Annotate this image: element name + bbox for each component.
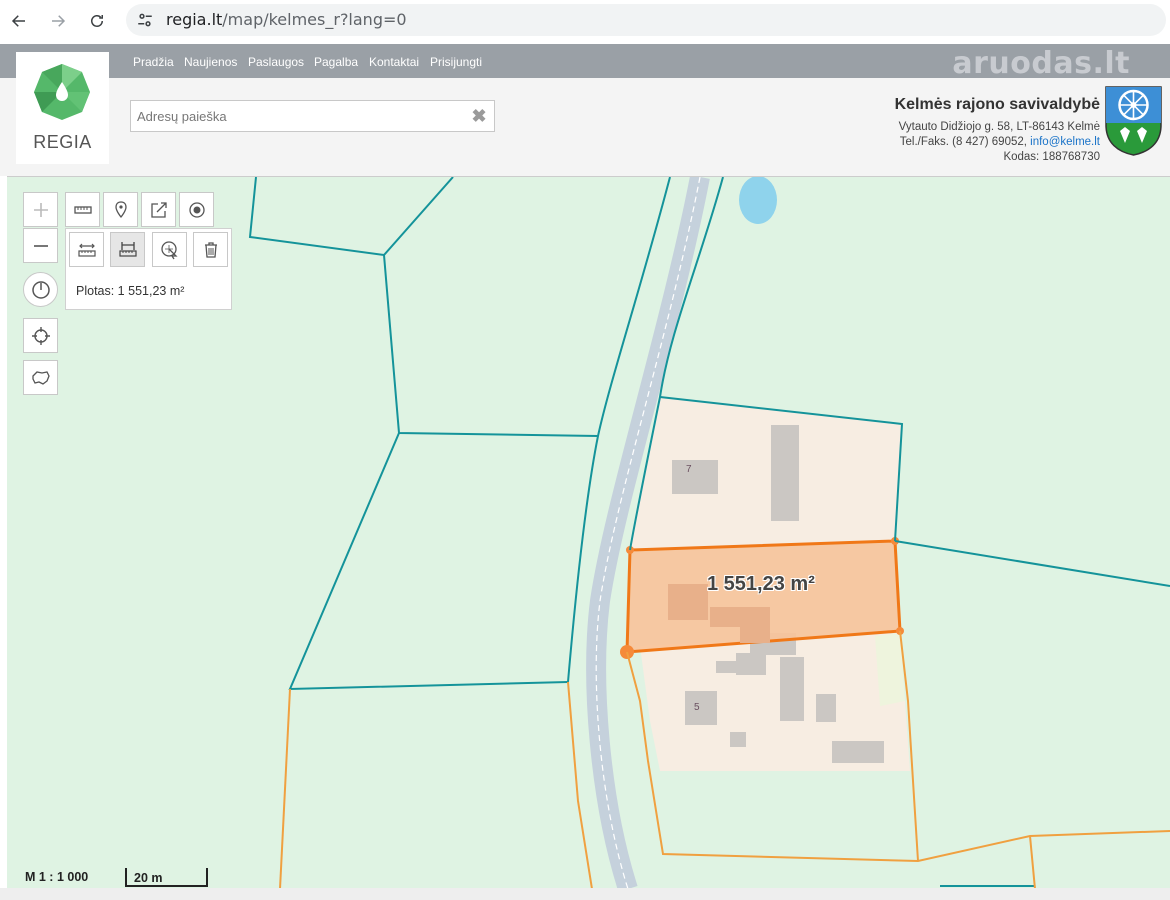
search-input[interactable] xyxy=(131,101,461,131)
address-search: ✖ xyxy=(130,100,495,132)
top-navigation: Pradžia Naujienos Paslaugos Pagalba Kont… xyxy=(0,44,1170,81)
reload-icon[interactable] xyxy=(84,8,110,34)
history-button[interactable] xyxy=(23,272,58,307)
map-scale-ratio: M 1 : 1 000 xyxy=(25,870,89,884)
municipality-address: Vytauto Didžiojo g. 58, LT-86143 Kelmė xyxy=(898,121,1100,133)
select-object-button[interactable] xyxy=(152,232,187,267)
address-bar[interactable]: regia.lt/map/kelmes_r?lang=0 xyxy=(126,4,1166,36)
radio-target-icon xyxy=(188,201,205,218)
watermark: aruodas.lt xyxy=(952,46,1130,81)
site-settings-icon[interactable] xyxy=(136,11,154,29)
coat-of-arms-icon xyxy=(1105,86,1162,156)
forward-arrow-icon[interactable] xyxy=(45,8,71,34)
map-bottom-border xyxy=(0,888,1170,900)
share-button[interactable] xyxy=(141,192,176,227)
clock-icon xyxy=(31,280,50,299)
municipality-name: Kelmės rajono savivaldybė xyxy=(894,96,1100,113)
locate-button[interactable] xyxy=(23,318,58,353)
nav-link-pagalba[interactable]: Pagalba xyxy=(314,55,358,69)
logo-text: REGIA xyxy=(33,132,92,152)
share-icon xyxy=(150,201,167,218)
close-icon[interactable]: ✖ xyxy=(470,106,488,126)
trash-icon xyxy=(204,241,217,258)
marker-tool-button[interactable] xyxy=(103,192,138,227)
pond xyxy=(739,177,777,224)
lithuania-outline-icon xyxy=(31,370,50,385)
point-tool-button[interactable] xyxy=(179,192,214,227)
nav-link-paslaugos[interactable]: Paslaugos xyxy=(248,55,304,69)
measured-area-label: 1 551,23 m² xyxy=(707,573,815,595)
url-host: regia.lt xyxy=(166,10,223,29)
municipality-info: Kelmės rajono savivaldybė Vytauto Didžio… xyxy=(895,96,1100,165)
nav-link-kontaktai[interactable]: Kontaktai xyxy=(369,55,419,69)
delete-measure-button[interactable] xyxy=(193,232,228,267)
nav-link-naujienos[interactable]: Naujienos xyxy=(184,55,237,69)
plus-icon xyxy=(33,202,48,217)
nav-link-pradzia[interactable]: Pradžia xyxy=(133,55,174,69)
measure-area-button[interactable] xyxy=(110,232,145,267)
measure-distance-button[interactable] xyxy=(69,232,104,267)
minus-icon xyxy=(33,244,48,247)
scale-bar-label: 20 m xyxy=(134,871,163,885)
url-text: regia.lt/map/kelmes_r?lang=0 xyxy=(166,10,407,29)
ruler-icon xyxy=(73,205,92,214)
house-number-5: 5 xyxy=(694,702,700,713)
url-path: /map/kelmes_r?lang=0 xyxy=(222,10,407,29)
nav-link-prisijungti[interactable]: Prisijungti xyxy=(430,55,482,69)
regia-logo-icon xyxy=(34,64,90,120)
crosshair-icon xyxy=(31,326,50,345)
measure-result: Plotas: 1 551,23 m² xyxy=(76,284,185,298)
back-arrow-icon[interactable] xyxy=(6,8,32,34)
zoom-out-button[interactable] xyxy=(23,228,58,263)
select-object-icon xyxy=(160,240,178,259)
measure-distance-icon xyxy=(77,243,96,257)
house-number-7: 7 xyxy=(686,464,692,475)
measure-tool-button[interactable] xyxy=(65,192,100,227)
municipality-phone: Tel./Faks. (8 427) 69052, xyxy=(899,136,1031,148)
regia-logo[interactable]: REGIA xyxy=(16,52,109,164)
full-extent-button[interactable] xyxy=(23,360,58,395)
marker-icon xyxy=(114,200,127,218)
browser-toolbar: regia.lt/map/kelmes_r?lang=0 xyxy=(0,0,1170,42)
zoom-in-button[interactable] xyxy=(23,192,58,227)
measure-area-icon xyxy=(118,241,137,257)
municipality-code: Kodas: 188768730 xyxy=(1003,151,1100,163)
municipality-email-link[interactable]: info@kelme.lt xyxy=(1030,136,1100,148)
municipality-contacts: Tel./Faks. (8 427) 69052, info@kelme.lt xyxy=(895,135,1100,150)
